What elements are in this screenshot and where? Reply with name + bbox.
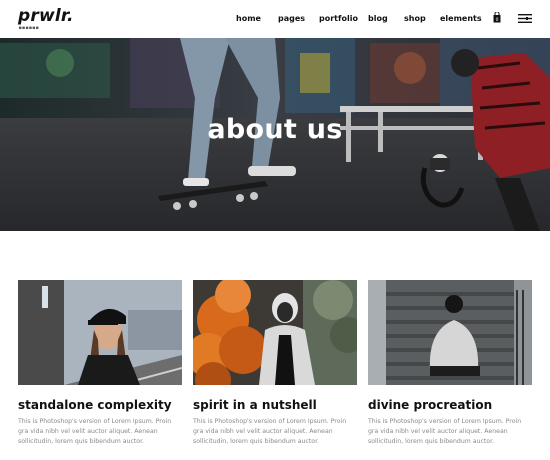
card-image[interactable] [368,280,532,385]
site-header: prwlr. ■■■■■■ home pages portfolio blog … [0,0,550,38]
card-title[interactable]: standalone complexity [18,398,172,412]
shopping-bag-icon[interactable]: 0 [493,12,501,23]
card-title[interactable]: divine procreation [368,398,492,412]
stairs-hoodie-photo [368,280,532,385]
card-text: This is Photoshop's version of Lorem Ips… [368,418,522,445]
nav-item-home[interactable]: home [236,14,261,23]
card-title[interactable]: spirit in a nutshell [193,398,317,412]
nav-item-pages[interactable]: pages [278,14,305,23]
card-image[interactable] [193,280,357,385]
hero-title: about us [207,114,343,145]
nav-item-shop[interactable]: shop [404,14,426,23]
orange-smoke-photo [193,280,357,385]
girl-in-cap-photo [18,280,182,385]
hamburger-menu-icon[interactable] [518,14,532,23]
svg-text:0: 0 [496,17,499,23]
card-text: This is Photoshop's version of Lorem Ips… [18,418,172,445]
nav-item-portfolio[interactable]: portfolio [319,14,358,23]
nav-item-elements[interactable]: elements [440,14,482,23]
card-image[interactable] [18,280,182,385]
main-nav: home pages portfolio blog shop elements [0,14,550,26]
card-text: This is Photoshop's version of Lorem Ips… [193,418,347,445]
nav-item-blog[interactable]: blog [368,14,388,23]
hero-banner: about us [0,38,550,231]
